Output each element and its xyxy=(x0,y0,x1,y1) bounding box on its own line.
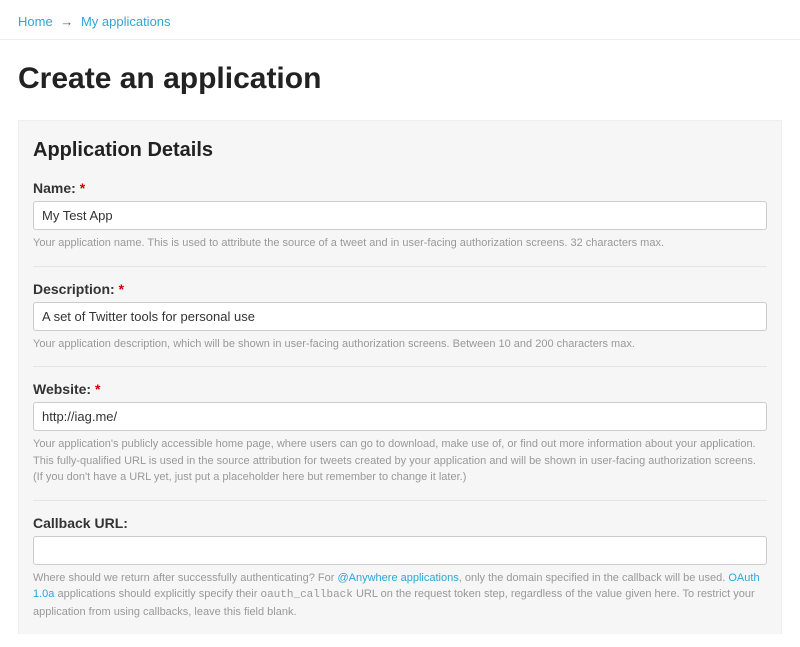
callback-label: Callback URL: xyxy=(33,515,767,531)
callback-help-mid: , only the domain specified in the callb… xyxy=(459,572,729,584)
name-input[interactable] xyxy=(33,201,767,230)
name-label: Name: * xyxy=(33,180,767,196)
callback-help-pre: Where should we return after successfull… xyxy=(33,572,337,584)
required-mark-icon: * xyxy=(95,381,100,397)
website-help-line2: (If you don't have a URL yet, just put a… xyxy=(33,471,466,483)
callback-link-anywhere[interactable]: @Anywhere applications xyxy=(337,572,458,584)
panel-title: Application Details xyxy=(33,139,767,162)
required-mark-icon: * xyxy=(80,180,85,196)
callback-help: Where should we return after successfull… xyxy=(33,570,767,621)
website-label-text: Website: xyxy=(33,381,91,397)
breadcrumb-separator-icon: → xyxy=(60,14,73,29)
page-title: Create an application xyxy=(0,40,800,120)
description-label: Description: * xyxy=(33,281,767,297)
breadcrumb: Home → My applications xyxy=(0,0,800,40)
field-callback: Callback URL: Where should we return aft… xyxy=(33,515,767,635)
application-details-panel: Application Details Name: * Your applica… xyxy=(18,120,782,634)
website-help-line1: Your application's publicly accessible h… xyxy=(33,438,756,467)
website-label: Website: * xyxy=(33,381,767,397)
description-help: Your application description, which will… xyxy=(33,336,767,353)
field-name: Name: * Your application name. This is u… xyxy=(33,180,767,267)
callback-code: oauth_callback xyxy=(260,589,352,601)
breadcrumb-my-applications[interactable]: My applications xyxy=(81,14,171,29)
callback-help-post1: applications should explicitly specify t… xyxy=(54,588,260,600)
description-label-text: Description: xyxy=(33,281,115,297)
name-help: Your application name. This is used to a… xyxy=(33,235,767,252)
name-label-text: Name: xyxy=(33,180,76,196)
website-input[interactable] xyxy=(33,402,767,431)
required-mark-icon: * xyxy=(119,281,124,297)
field-description: Description: * Your application descript… xyxy=(33,281,767,368)
field-website: Website: * Your application's publicly a… xyxy=(33,381,767,501)
breadcrumb-home[interactable]: Home xyxy=(18,14,53,29)
website-help: Your application's publicly accessible h… xyxy=(33,436,767,486)
description-input[interactable] xyxy=(33,302,767,331)
